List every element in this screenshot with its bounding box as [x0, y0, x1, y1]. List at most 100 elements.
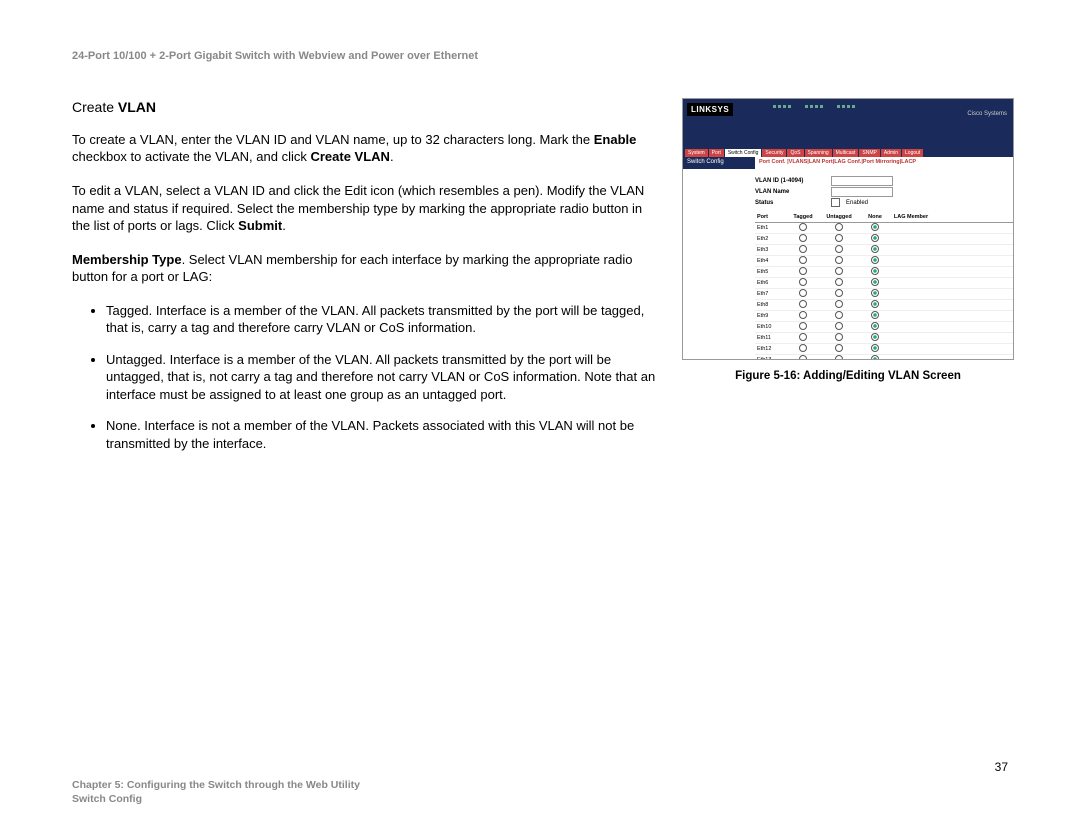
main-tabs: SystemPortSwitch ConfigSecurityQoSSpanni… [683, 143, 1013, 157]
section-title-prefix: Create [72, 99, 118, 115]
radio-untagged[interactable] [835, 245, 843, 253]
list-item: None. Interface is not a member of the V… [106, 417, 662, 452]
text-bold: Enable [594, 132, 637, 147]
status-label: Status [755, 200, 825, 206]
breadcrumb: Port Conf. |VLANS|LAN Port|LAG Conf.|Por… [755, 157, 1013, 169]
vlan-name-label: VLAN Name [755, 189, 825, 195]
table-row: Eth7 [755, 289, 1013, 300]
col-none: None [857, 214, 893, 220]
footer-chapter: Chapter 5: Configuring the Switch throug… [72, 778, 360, 792]
radio-tagged[interactable] [799, 344, 807, 352]
table-row: Eth9 [755, 311, 1013, 322]
paragraph-create: To create a VLAN, enter the VLAN ID and … [72, 131, 662, 166]
vlan-id-input[interactable] [831, 176, 893, 186]
col-tagged: Tagged [785, 214, 821, 220]
membership-list: Tagged. Interface is a member of the VLA… [72, 302, 662, 453]
table-row: Eth6 [755, 278, 1013, 289]
radio-tagged[interactable] [799, 267, 807, 275]
page-footer: Chapter 5: Configuring the Switch throug… [72, 778, 360, 806]
radio-none[interactable] [871, 223, 879, 231]
radio-untagged[interactable] [835, 333, 843, 341]
radio-tagged[interactable] [799, 245, 807, 253]
radio-untagged[interactable] [835, 234, 843, 242]
radio-none[interactable] [871, 322, 879, 330]
page-number: 37 [995, 760, 1008, 774]
section-title-bold: VLAN [118, 99, 156, 115]
firmware-label: Cisco Systems [967, 111, 1007, 117]
text-bold: Create VLAN [310, 149, 389, 164]
section-title: Create VLAN [72, 98, 662, 117]
col-port: Port [755, 214, 785, 220]
table-row: Eth13 [755, 355, 1013, 360]
table-row: Eth10 [755, 322, 1013, 333]
radio-tagged[interactable] [799, 256, 807, 264]
radio-tagged[interactable] [799, 223, 807, 231]
port-membership-table: Port Tagged Untagged None LAG Member Eth… [755, 212, 1013, 360]
table-row: Eth1 [755, 223, 1013, 234]
text: To create a VLAN, enter the VLAN ID and … [72, 132, 594, 147]
side-label: Switch Config [683, 157, 755, 169]
radio-tagged[interactable] [799, 234, 807, 242]
port-led-panel [773, 105, 855, 108]
radio-none[interactable] [871, 234, 879, 242]
radio-untagged[interactable] [835, 267, 843, 275]
enabled-checkbox[interactable] [831, 198, 840, 207]
table-row: Eth3 [755, 245, 1013, 256]
radio-untagged[interactable] [835, 278, 843, 286]
text: . [282, 218, 286, 233]
radio-none[interactable] [871, 355, 879, 360]
col-lag: LAG Member [893, 214, 929, 220]
radio-tagged[interactable] [799, 322, 807, 330]
radio-tagged[interactable] [799, 289, 807, 297]
col-untagged: Untagged [821, 214, 857, 220]
radio-tagged[interactable] [799, 355, 807, 360]
list-item: Tagged. Interface is a member of the VLA… [106, 302, 662, 337]
text-bold: Membership Type [72, 252, 182, 267]
radio-none[interactable] [871, 245, 879, 253]
text-bold: Submit [238, 218, 282, 233]
radio-untagged[interactable] [835, 344, 843, 352]
radio-untagged[interactable] [835, 223, 843, 231]
radio-none[interactable] [871, 311, 879, 319]
radio-none[interactable] [871, 333, 879, 341]
list-item: Untagged. Interface is a member of the V… [106, 351, 662, 404]
radio-untagged[interactable] [835, 256, 843, 264]
footer-section: Switch Config [72, 792, 360, 806]
tab-switch-config[interactable]: Switch Config [725, 149, 762, 157]
body-text-column: Create VLAN To create a VLAN, enter the … [72, 98, 662, 467]
brand-logo: LINKSYS [687, 103, 733, 116]
radio-none[interactable] [871, 344, 879, 352]
table-row: Eth4 [755, 256, 1013, 267]
radio-none[interactable] [871, 278, 879, 286]
radio-none[interactable] [871, 256, 879, 264]
figure-caption: Figure 5-16: Adding/Editing VLAN Screen [682, 370, 1014, 382]
paragraph-membership: Membership Type. Select VLAN membership … [72, 251, 662, 286]
text: checkbox to activate the VLAN, and click [72, 149, 310, 164]
radio-none[interactable] [871, 300, 879, 308]
enabled-label: Enabled [846, 200, 868, 206]
document-header: 24-Port 10/100 + 2-Port Gigabit Switch w… [72, 50, 1008, 62]
table-row: Eth2 [755, 234, 1013, 245]
vlan-name-input[interactable] [831, 187, 893, 197]
table-row: Eth8 [755, 300, 1013, 311]
radio-tagged[interactable] [799, 278, 807, 286]
radio-untagged[interactable] [835, 311, 843, 319]
radio-untagged[interactable] [835, 355, 843, 360]
text: To edit a VLAN, select a VLAN ID and cli… [72, 183, 644, 233]
radio-untagged[interactable] [835, 289, 843, 297]
radio-untagged[interactable] [835, 300, 843, 308]
vlan-screenshot: LINKSYS Cisco Systems SystemPortSwitch C… [682, 98, 1014, 360]
table-row: Eth12 [755, 344, 1013, 355]
radio-none[interactable] [871, 267, 879, 275]
radio-tagged[interactable] [799, 300, 807, 308]
figure-column: LINKSYS Cisco Systems SystemPortSwitch C… [682, 98, 1014, 467]
text: . [390, 149, 394, 164]
radio-none[interactable] [871, 289, 879, 297]
vlan-id-label: VLAN ID (1-4094) [755, 178, 825, 184]
table-row: Eth11 [755, 333, 1013, 344]
radio-tagged[interactable] [799, 333, 807, 341]
table-row: Eth5 [755, 267, 1013, 278]
paragraph-edit: To edit a VLAN, select a VLAN ID and cli… [72, 182, 662, 235]
radio-tagged[interactable] [799, 311, 807, 319]
radio-untagged[interactable] [835, 322, 843, 330]
